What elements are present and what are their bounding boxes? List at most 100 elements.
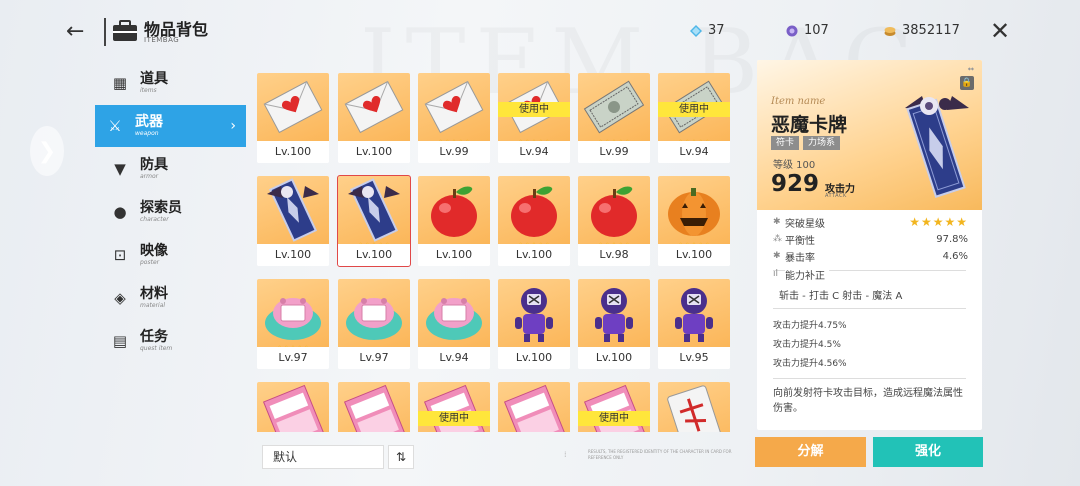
close-icon[interactable]: ✕: [990, 18, 1010, 44]
item-level: Lv.100: [338, 244, 410, 266]
fine-print: RESULTS, THE REGISTERED IDENTITY OF THE …: [588, 449, 732, 460]
inventory-item-card[interactable]: Lv.100: [418, 176, 490, 266]
inventory-item-card[interactable]: ✩✩✩✩✩Lv.100: [337, 175, 411, 267]
bonus-line: 攻击力提升4.56%: [773, 359, 847, 369]
helmet-icon: ●: [113, 203, 127, 221]
stat-crit: ✱ 暴击率 4.6%: [773, 248, 968, 264]
stat-label: 突破星级: [785, 218, 825, 230]
stat-balance: ⁂ 平衡性 97.8%: [773, 231, 968, 247]
cake-item-art: [418, 279, 490, 347]
sidebar-item-label: 映像: [140, 243, 168, 259]
item-level: Lv.100: [338, 141, 410, 163]
inventory-item-card[interactable]: 使用中✩✩✩✩✩Lv.94: [658, 73, 730, 163]
item-level: Lv.94: [498, 141, 570, 163]
shirt-icon: ▼: [114, 160, 126, 178]
enhance-button[interactable]: 强化: [873, 437, 983, 467]
inventory-item-card[interactable]: 使用中: [578, 382, 650, 432]
back-arrow-icon[interactable]: ←: [66, 20, 90, 44]
sidebar-item-items[interactable]: ▦ 道具 items: [100, 62, 246, 104]
currency-crystal: 107: [786, 23, 829, 38]
inventory-item-card[interactable]: Lv.100: [338, 73, 410, 163]
inventory-item-card[interactable]: ✩✩✩✩✩Lv.99: [418, 73, 490, 163]
sidebar-item-quest[interactable]: ▤ 任务 quest item: [100, 320, 246, 362]
item-level: Lv.100: [658, 244, 730, 266]
item-level: Lv.100: [257, 244, 329, 266]
affinity-row: 斩击 - 打击 C 射击 - 魔法 A: [773, 286, 968, 302]
attack-label-en: ATTACK: [825, 193, 847, 199]
inventory-grid[interactable]: Lv.100Lv.100✩✩✩✩✩Lv.99使用中✩✩✩✩✩Lv.94✩✩✩✩✩…: [257, 60, 733, 432]
item-level: Lv.100: [498, 244, 570, 266]
bag-icon: [113, 20, 137, 41]
tile-item-art: [658, 382, 730, 432]
divider: [773, 308, 966, 309]
stat-breakthrough: ✱ 突破星级 ★★★★★: [773, 214, 968, 230]
stat-label: 暴击率: [785, 252, 815, 264]
box-icon: ▦: [112, 74, 128, 92]
currency-gold: 3852117: [884, 23, 960, 38]
sidebar-item-sublabel: items: [140, 87, 157, 94]
item-detail-panel: ◆◆ 🔒 Item name 恶魔卡牌 符卡 力场系 等级 100 929 攻击…: [757, 60, 982, 430]
expand-arrow-icon[interactable]: ❯: [30, 126, 64, 176]
inventory-item-card[interactable]: [498, 382, 570, 432]
inventory-item-card[interactable]: ✩✩✩✩✩Lv.98: [578, 176, 650, 266]
item-level: Lv.98: [578, 244, 650, 266]
sidebar-item-armor[interactable]: ▼ 防具 armor: [100, 148, 246, 190]
inventory-item-card[interactable]: Lv.94: [418, 279, 490, 369]
inventory-item-card[interactable]: Lv.100: [578, 279, 650, 369]
item-level: Lv.97: [257, 347, 329, 369]
bonus-line: 攻击力提升4.75%: [773, 321, 847, 331]
pumpkin-item-art: [658, 176, 730, 244]
star-stat-icon: ✱: [773, 217, 781, 227]
sidebar-item-label: 材料: [140, 286, 168, 302]
sidebar-item-character[interactable]: ● 探索员 character: [100, 191, 246, 233]
inventory-item-card[interactable]: ✩✩✩✩✩Lv.100: [658, 176, 730, 266]
sidebar-item-sublabel: character: [140, 216, 169, 223]
item-description: 向前发射符卡攻击目标，造成远程魔法属性伤害。: [773, 388, 963, 414]
dismantle-button[interactable]: 分解: [755, 437, 866, 467]
affinity-values: 斩击 - 打击 C 射击 - 魔法 A: [779, 290, 903, 302]
page-subtitle: ITEMBAG: [144, 36, 180, 44]
item-name-cursive: Item name: [771, 96, 826, 107]
star-rating: ★★★★★: [909, 215, 968, 229]
inventory-item-card[interactable]: Lv.100: [498, 279, 570, 369]
item-level: Lv.94: [418, 347, 490, 369]
in-use-badge: 使用中: [498, 102, 570, 117]
apple-item-art: [418, 176, 490, 244]
document-icon: ▤: [112, 332, 128, 350]
sort-order-icon[interactable]: ⇅: [388, 445, 414, 469]
inventory-item-card[interactable]: [658, 382, 730, 432]
inventory-item-card[interactable]: [338, 382, 410, 432]
chevron-right-icon: ›: [230, 118, 236, 134]
sort-dropdown[interactable]: 默认: [262, 445, 384, 469]
sidebar-item-sublabel: weapon: [135, 130, 159, 137]
sidebar-item-weapon[interactable]: ⚔ 武器 weapon ›: [95, 105, 246, 147]
inventory-item-card[interactable]: Lv.95: [658, 279, 730, 369]
demon-card-art: [905, 96, 969, 198]
item-level: 等级 100: [773, 160, 816, 171]
in-use-badge: 使用中: [578, 411, 650, 426]
sidebar-item-poster[interactable]: ⊡ 映像 poster: [100, 234, 246, 276]
sidebar-item-material[interactable]: ◈ 材料 material: [100, 277, 246, 319]
inventory-item-card[interactable]: ✩✩✩✩✩Lv.100: [498, 176, 570, 266]
purple-crystal-icon: [786, 25, 798, 36]
inventory-item-card[interactable]: [257, 382, 329, 432]
item-level: Lv.100: [418, 244, 490, 266]
inventory-item-card[interactable]: 使用中: [418, 382, 490, 432]
gold-coin-icon: [884, 26, 896, 36]
currency-value: 3852117: [902, 23, 960, 38]
inventory-item-card[interactable]: Lv.100: [257, 73, 329, 163]
inventory-item-card[interactable]: ✩✩✩✩✩Lv.97: [257, 279, 329, 369]
box-item-art: [498, 382, 570, 432]
currency-value: 37: [708, 23, 725, 38]
inventory-item-card[interactable]: Lv.100: [257, 176, 329, 266]
sidebar-item-sublabel: armor: [140, 173, 159, 180]
material-icon: ◈: [114, 289, 126, 307]
box-item-art: [338, 382, 410, 432]
inventory-item-card[interactable]: Lv.97: [338, 279, 410, 369]
inventory-item-card[interactable]: ✩✩✩✩✩Lv.99: [578, 73, 650, 163]
brand-logo: ◆◆: [967, 66, 974, 71]
inventory-item-card[interactable]: 使用中✩✩✩✩✩Lv.94: [498, 73, 570, 163]
item-level: Lv.99: [418, 141, 490, 163]
affinity-title-row: ıl 能力补正: [773, 266, 968, 282]
image-icon: ⊡: [113, 246, 127, 264]
